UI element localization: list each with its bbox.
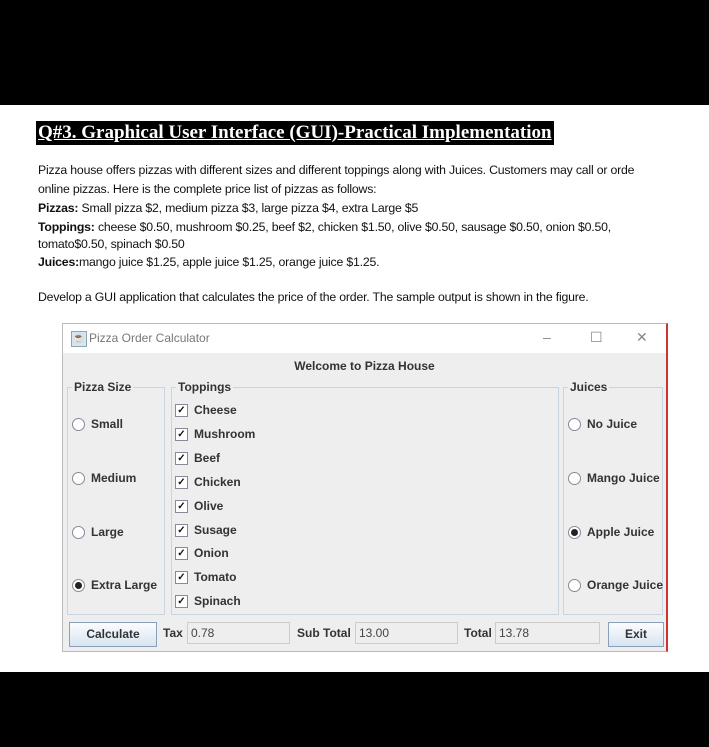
maximize-button[interactable]: ☐ [590, 329, 603, 346]
checkbox-onion[interactable]: ✓ Onion [175, 546, 229, 560]
checkbox-olive[interactable]: ✓ Olive [175, 499, 223, 513]
pizza-prices: Pizzas: Small pizza $2, medium pizza $3,… [38, 199, 418, 218]
tax-field[interactable]: 0.78 [187, 622, 290, 644]
option-label: Mango Juice [587, 471, 660, 485]
option-label: Chicken [194, 475, 241, 489]
window-title: Pizza Order Calculator [89, 331, 210, 345]
subtotal-label: Sub Total [297, 626, 351, 640]
topping-prices-2: tomato$0.50, spinach $0.50 [38, 237, 185, 251]
checkbox-cheese[interactable]: ✓ Cheese [175, 403, 237, 417]
juices-label: Juices [568, 380, 610, 394]
radio-apple-juice[interactable]: Apple Juice [568, 525, 654, 539]
radio-no-juice[interactable]: No Juice [568, 417, 637, 431]
checkbox-mushroom[interactable]: ✓ Mushroom [175, 427, 255, 441]
intro-line-2: online pizzas. Here is the complete pric… [38, 182, 377, 196]
option-label: Orange Juice [587, 578, 664, 592]
task-text: Develop a GUI application that calculate… [38, 290, 589, 304]
pizza-order-window: ☕ Pizza Order Calculator – ☐ ✕ Welcome t… [62, 323, 668, 652]
toppings-label: Toppings [176, 380, 234, 394]
radio-medium[interactable]: Medium [72, 471, 136, 485]
title-bar[interactable]: ☕ Pizza Order Calculator – ☐ ✕ [63, 324, 666, 353]
pizza-size-label: Pizza Size [72, 380, 134, 394]
checkbox-icon: ✓ [175, 499, 188, 513]
option-label: Susage [194, 523, 237, 537]
question-title: Q#3. Graphical User Interface (GUI)-Prac… [36, 121, 554, 145]
checkbox-spinach[interactable]: ✓ Spinach [175, 594, 241, 608]
option-label: Apple Juice [587, 525, 655, 539]
radio-circle-icon [72, 417, 85, 431]
radio-mango-juice[interactable]: Mango Juice [568, 471, 660, 485]
checkbox-tomato[interactable]: ✓ Tomato [175, 570, 236, 584]
radio-circle-icon [72, 471, 85, 485]
checkbox-icon: ✓ [175, 475, 188, 489]
tax-label: Tax [163, 626, 183, 640]
option-label: Small [91, 417, 124, 431]
subtotal-field[interactable]: 13.00 [355, 622, 458, 644]
radio-orange-juice[interactable]: Orange Juice [568, 578, 663, 592]
java-app-icon: ☕ [71, 331, 87, 347]
intro-line-1: Pizza house offers pizzas with different… [38, 163, 635, 177]
checkbox-icon: ✓ [175, 594, 188, 608]
radio-small[interactable]: Small [72, 417, 123, 431]
checkbox-icon: ✓ [175, 427, 188, 441]
toppings-text: cheese $0.50, mushroom $0.25, beef $2, c… [97, 220, 612, 234]
juices-text: mango juice $1.25, apple juice $1.25, or… [78, 255, 380, 269]
pizzas-text: Small pizza $2, medium pizza $3, large p… [81, 201, 419, 215]
checkbox-beef[interactable]: ✓ Beef [175, 451, 220, 465]
checkbox-icon: ✓ [175, 451, 188, 465]
radio-circle-icon [72, 525, 85, 539]
option-label: Extra Large [91, 578, 158, 592]
radio-circle-icon [568, 471, 581, 485]
checkbox-chicken[interactable]: ✓ Chicken [175, 475, 241, 489]
option-label: Olive [194, 499, 224, 513]
option-label: Medium [91, 471, 137, 485]
minimize-button[interactable]: – [543, 329, 551, 345]
welcome-label: Welcome to Pizza House [294, 359, 435, 373]
option-label: Spinach [194, 594, 241, 608]
radio-circle-icon [568, 417, 581, 431]
radio-circle-icon [72, 578, 85, 592]
checkbox-susage[interactable]: ✓ Susage [175, 523, 237, 537]
total-field[interactable]: 13.78 [495, 622, 600, 644]
checkbox-icon: ✓ [175, 403, 188, 417]
option-label: Beef [194, 451, 221, 465]
option-label: No Juice [587, 417, 638, 431]
radio-large[interactable]: Large [72, 525, 124, 539]
option-label: Mushroom [194, 427, 256, 441]
juices-group: Juices No Juice Mango Juice Apple Juice Ora… [563, 380, 663, 615]
close-button[interactable]: ✕ [636, 329, 648, 346]
toppings-label: Toppings: [38, 220, 95, 234]
calculate-button[interactable]: Calculate [69, 622, 157, 647]
radio-extra-large[interactable]: Extra Large [72, 578, 157, 592]
exit-button[interactable]: Exit [608, 622, 664, 647]
checkbox-icon: ✓ [175, 523, 188, 537]
total-label: Total [464, 626, 492, 640]
checkbox-icon: ✓ [175, 546, 188, 560]
radio-circle-icon [568, 525, 581, 539]
option-label: Onion [194, 546, 229, 560]
juices-label: Juices: [38, 255, 79, 269]
pizzas-label: Pizzas: [38, 201, 79, 215]
radio-circle-icon [568, 578, 581, 592]
juice-prices: Juices:mango juice $1.25, apple juice $1… [38, 253, 380, 272]
option-label: Large [91, 525, 124, 539]
option-label: Tomato [194, 570, 237, 584]
toppings-group: Toppings ✓ Cheese ✓ Mushroom ✓ Beef ✓ Chicken ✓ O… [171, 380, 559, 615]
checkbox-icon: ✓ [175, 570, 188, 584]
pizza-size-group: Pizza Size Small Medium Large Extra Large [67, 380, 165, 615]
option-label: Cheese [194, 403, 237, 417]
